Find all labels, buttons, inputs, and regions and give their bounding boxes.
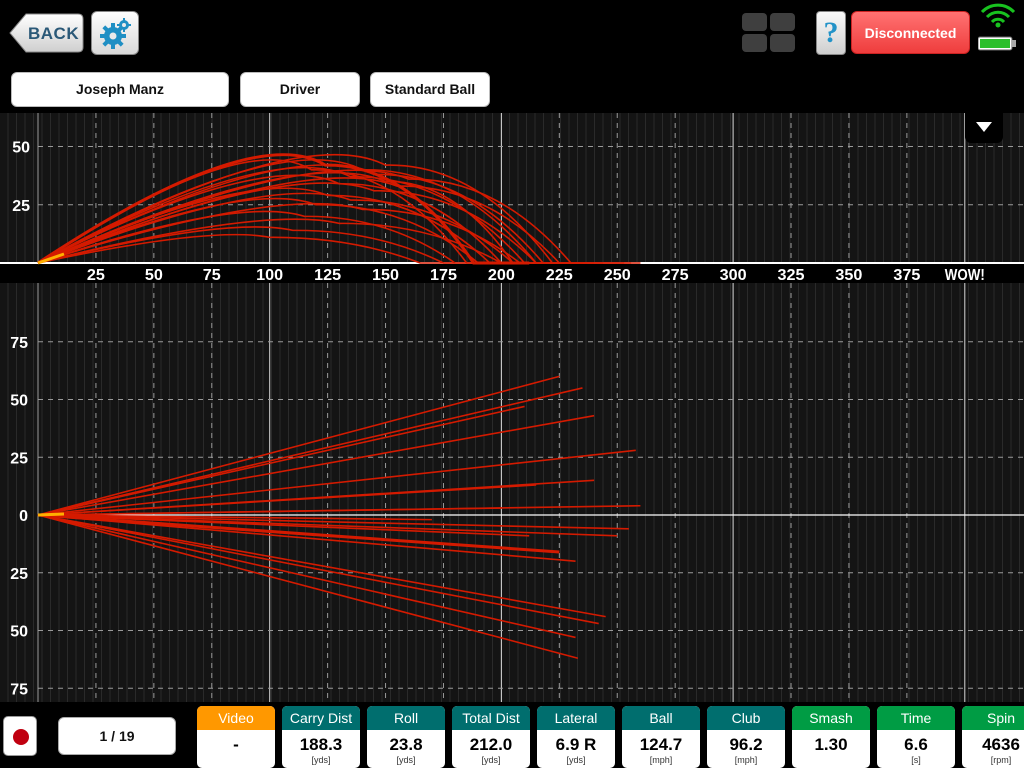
metric-label: Club [707, 706, 785, 730]
metric-tile-video[interactable]: Video - [197, 706, 275, 768]
shot-counter[interactable]: 1 / 19 [58, 717, 176, 755]
metric-value: 6.6 [904, 735, 928, 754]
metric-unit: [mph] [734, 755, 758, 765]
side-x-tick-label: 175 [430, 267, 457, 283]
metric-label: Smash [792, 706, 870, 730]
metric-value: 124.7 [639, 735, 683, 754]
metric-label: Video [197, 706, 275, 730]
chart-options-dropdown[interactable] [965, 113, 1003, 143]
top-bar: BACK ? Disconnected Joseph Manz Driver S… [0, 0, 1024, 112]
metric-tile-time[interactable]: Time 6.6 [s] [877, 706, 955, 768]
help-button[interactable]: ? [816, 11, 846, 55]
metric-label: Carry Dist [282, 706, 360, 730]
top-y-tick-label: 50 [10, 624, 28, 641]
metric-tile-club[interactable]: Club 96.2 [mph] [707, 706, 785, 768]
back-label: BACK [28, 24, 80, 43]
metric-value: 96.2 [729, 735, 763, 754]
metric-unit: [rpm] [990, 755, 1012, 765]
ball-selector[interactable]: Standard Ball [370, 72, 490, 107]
back-button[interactable]: BACK [8, 12, 84, 54]
bottom-bar: 1 / 19 Video - Carry Dist 188.3 [yds] Roll 23.… [0, 702, 1024, 768]
side-x-tick-label: 50 [145, 267, 163, 283]
metric-unit: [yds] [311, 755, 331, 765]
side-view-svg: 50 25 25 50 75 100 125 150 175 200 225 250 275 300 325… [0, 113, 1024, 283]
top-view-svg: 75 50 25 0 25 50 75 [0, 283, 1024, 702]
top-y-tick-label: 25 [10, 566, 28, 583]
metric-label: Time [877, 706, 955, 730]
metric-value: 212.0 [469, 735, 513, 754]
metric-tile-total-dist[interactable]: Total Dist 212.0 [yds] [452, 706, 530, 768]
help-icon: ? [823, 16, 839, 49]
metric-unit: [yds] [566, 755, 586, 765]
side-x-tick-label: WOW! [945, 267, 985, 283]
record-icon [13, 729, 29, 745]
side-y-tick-label: 25 [12, 198, 30, 215]
side-y-tick-label: 50 [12, 140, 30, 157]
chevron-down-icon [976, 122, 992, 132]
side-x-tick-label: 75 [203, 267, 221, 283]
top-y-tick-label: 75 [10, 335, 28, 352]
side-x-tick-label: 375 [893, 267, 920, 283]
top-y-tick-label: 25 [10, 450, 28, 467]
metric-tile-spin[interactable]: Spin 4636 [rpm] [962, 706, 1024, 768]
metric-label: Total Dist [452, 706, 530, 730]
side-x-tick-label: 100 [256, 267, 283, 283]
side-x-tick-label: 125 [314, 267, 341, 283]
gear-icon [100, 18, 131, 49]
side-x-tick-label: 350 [835, 267, 862, 283]
metric-tile-lateral[interactable]: Lateral 6.9 R [yds] [537, 706, 615, 768]
top-y-tick-label: 0 [19, 508, 28, 525]
metric-value: 1.30 [814, 735, 848, 754]
metric-value: 6.9 R [555, 735, 597, 754]
metric-value: - [233, 735, 239, 754]
settings-button[interactable] [91, 11, 139, 55]
side-x-tick-label: 300 [720, 267, 747, 283]
metric-label: Roll [367, 706, 445, 730]
player-selector[interactable]: Joseph Manz [11, 72, 229, 107]
side-x-tick-label: 225 [546, 267, 573, 283]
record-button[interactable] [3, 716, 37, 756]
wifi-signal-icon [978, 3, 1016, 51]
metric-unit: [s] [911, 755, 921, 765]
metric-value: 188.3 [299, 735, 343, 754]
metric-label: Spin [962, 706, 1024, 730]
side-x-tick-label: 200 [488, 267, 515, 283]
side-x-tick-label: 325 [778, 267, 805, 283]
layout-grid-button[interactable] [740, 12, 796, 54]
battery-icon [978, 36, 1016, 51]
side-x-tick-label: 150 [372, 267, 399, 283]
metric-tile-smash[interactable]: Smash 1.30 [792, 706, 870, 768]
side-x-tick-label: 275 [662, 267, 689, 283]
side-view-chart: 50 25 25 50 75 100 125 150 175 200 225 250 275 300 325… [0, 113, 1024, 283]
metric-tile-ball[interactable]: Ball 124.7 [mph] [622, 706, 700, 768]
top-y-tick-label: 50 [10, 393, 28, 410]
metric-unit: [yds] [396, 755, 416, 765]
side-x-tick-label: 25 [87, 267, 105, 283]
side-x-tick-label: 250 [604, 267, 631, 283]
metric-label: Lateral [537, 706, 615, 730]
top-y-tick-label: 75 [10, 681, 28, 698]
top-view-chart: 75 50 25 0 25 50 75 [0, 283, 1024, 702]
club-selector[interactable]: Driver [240, 72, 360, 107]
metric-unit: [mph] [649, 755, 673, 765]
metric-value: 23.8 [389, 735, 423, 754]
metric-tile-carry-dist[interactable]: Carry Dist 188.3 [yds] [282, 706, 360, 768]
top-launch-marker [37, 512, 65, 517]
metric-value: 4636 [982, 735, 1020, 754]
metric-tile-roll[interactable]: Roll 23.8 [yds] [367, 706, 445, 768]
metric-unit: [yds] [481, 755, 501, 765]
metric-label: Ball [622, 706, 700, 730]
connection-status-button[interactable]: Disconnected [851, 11, 970, 54]
